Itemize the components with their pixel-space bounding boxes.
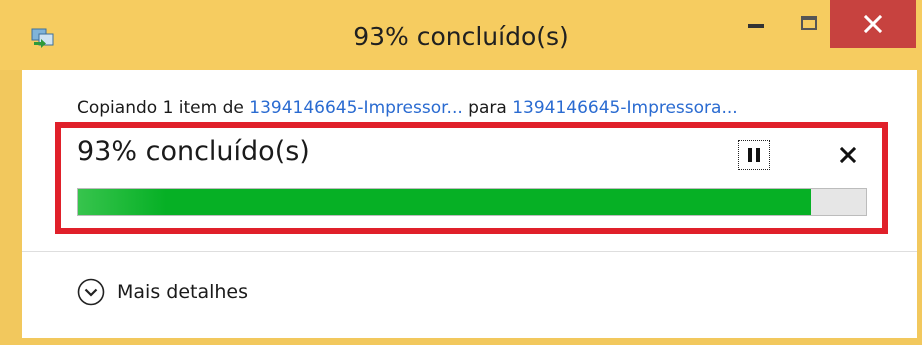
minimize-button[interactable] xyxy=(733,0,779,46)
close-window-button[interactable] xyxy=(830,0,916,48)
progress-status: 93% concluído(s) xyxy=(77,136,310,167)
cancel-button[interactable] xyxy=(836,142,860,168)
destination-link[interactable]: 1394146645-Impressora... xyxy=(512,98,737,118)
dialog-body: Copiando 1 item de 1394146645-Impressor.… xyxy=(22,70,917,338)
pause-icon xyxy=(748,148,752,162)
copy-prefix: Copiando 1 item de xyxy=(77,98,250,118)
more-details-label: Mais detalhes xyxy=(117,281,249,303)
title-bar[interactable]: 93% concluído(s) xyxy=(0,0,922,70)
maximize-button[interactable] xyxy=(786,0,832,46)
pause-icon-bar xyxy=(756,148,760,162)
divider xyxy=(22,251,917,252)
window-title: 93% concluído(s) xyxy=(353,22,569,51)
more-details-toggle[interactable]: Mais detalhes xyxy=(77,278,248,306)
copy-middle: para xyxy=(462,98,513,118)
progress-bar xyxy=(77,188,867,216)
copy-progress-window: 93% concluído(s) Copiando 1 item de 1394… xyxy=(0,0,922,345)
copy-description: Copiando 1 item de 1394146645-Impressor.… xyxy=(77,98,738,118)
progress-fill xyxy=(78,189,811,215)
minimize-icon xyxy=(748,24,764,28)
chevron-down-icon xyxy=(77,278,105,306)
pause-button[interactable] xyxy=(738,140,770,170)
close-icon xyxy=(840,147,856,163)
source-link[interactable]: 1394146645-Impressor... xyxy=(249,98,463,118)
close-icon xyxy=(864,15,882,33)
maximize-icon xyxy=(801,16,817,30)
